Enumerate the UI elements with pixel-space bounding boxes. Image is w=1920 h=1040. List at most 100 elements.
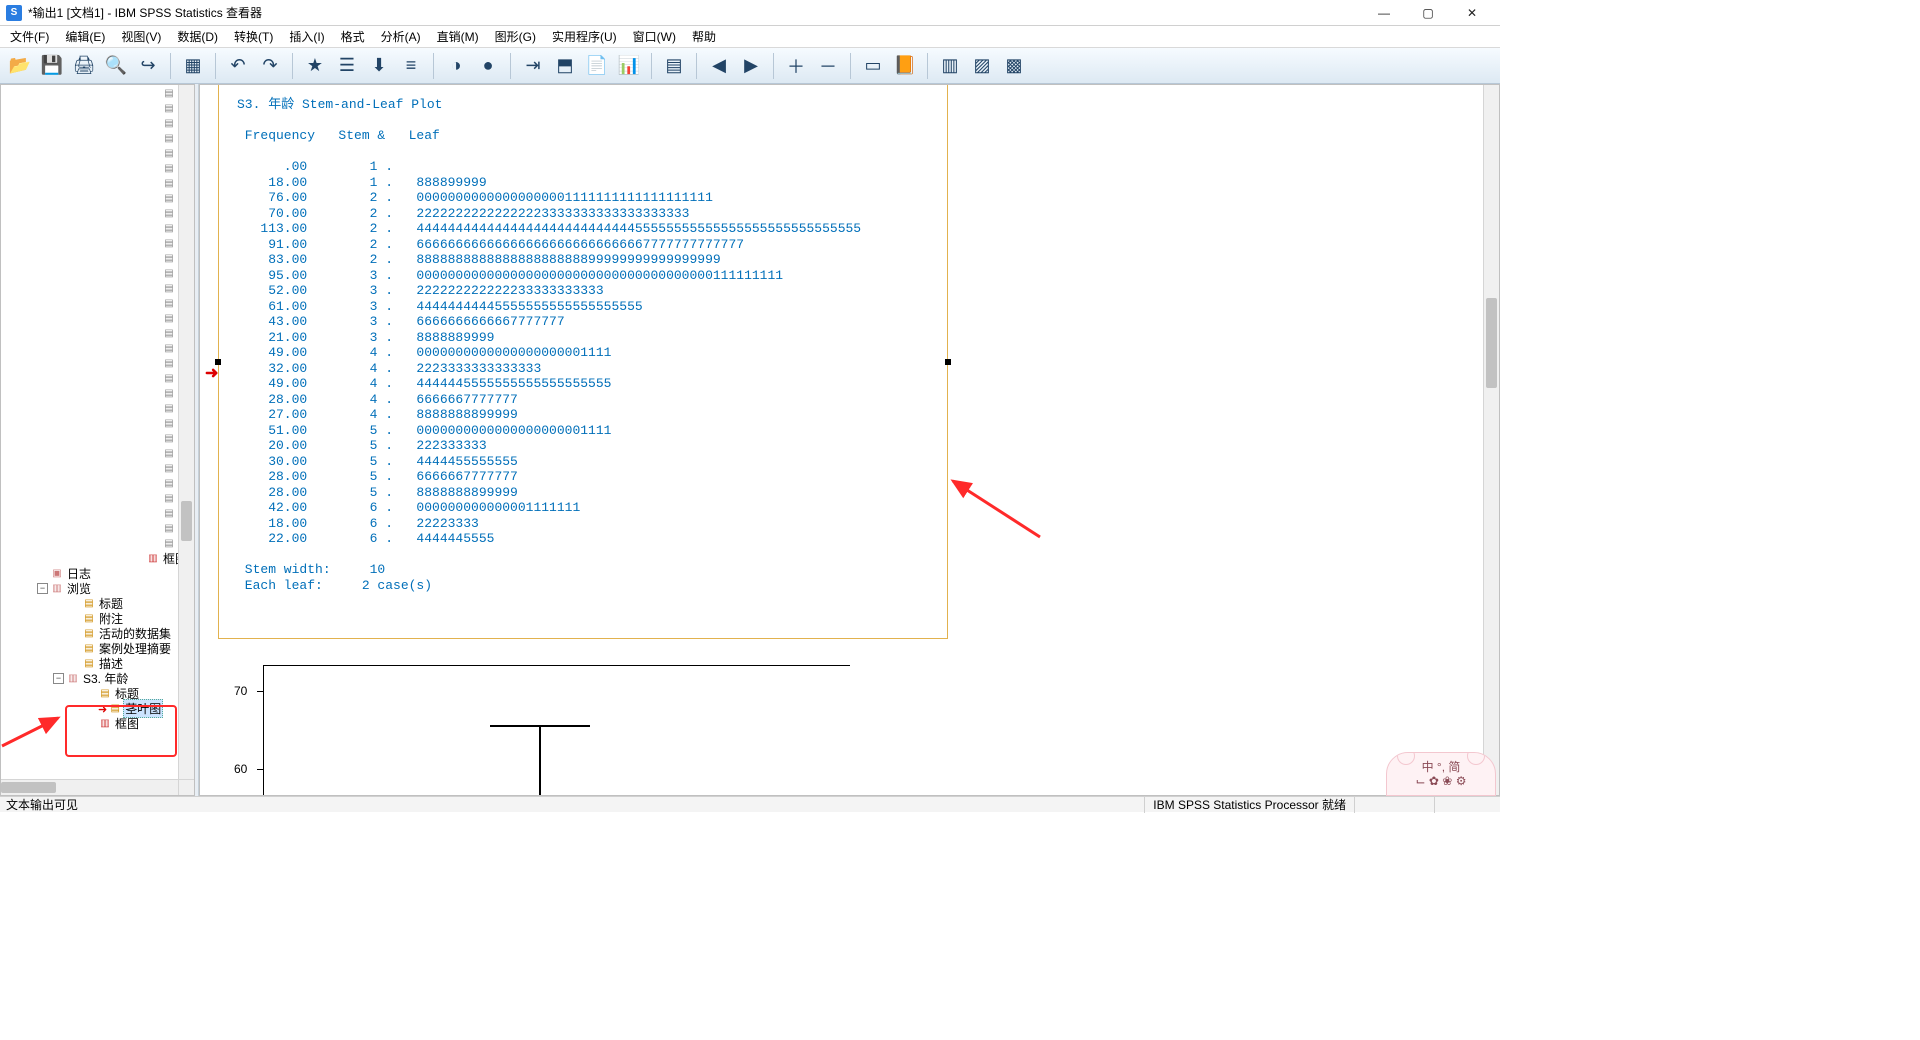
tree-row[interactable]: s xyxy=(1,311,194,326)
tb-win2-icon[interactable]: ▨ xyxy=(968,52,996,80)
menu-8[interactable]: 直销(M) xyxy=(429,26,487,47)
tree-row[interactable]: 标题 xyxy=(1,686,194,701)
tree-row[interactable]: s xyxy=(1,356,194,371)
boxplot-chart[interactable]: 70 60 xyxy=(230,665,850,795)
tb-insert-chart-icon[interactable]: 📊 xyxy=(615,52,643,80)
maximize-button[interactable]: ▢ xyxy=(1406,1,1450,25)
tree-row[interactable]: 活动的数据集 xyxy=(1,626,194,641)
outline-vscrollbar[interactable] xyxy=(178,85,194,779)
tree-row[interactable]: s xyxy=(1,506,194,521)
tb-data-icon[interactable]: ▦ xyxy=(179,52,207,80)
tree-row[interactable]: s xyxy=(1,146,194,161)
menu-3[interactable]: 数据(D) xyxy=(169,26,226,47)
tb-go-back-icon[interactable]: ◀ xyxy=(705,52,733,80)
outline-hscrollbar[interactable] xyxy=(1,779,178,795)
tree-row[interactable]: s xyxy=(1,251,194,266)
minimize-button[interactable]: ― xyxy=(1362,1,1406,25)
tree-row[interactable]: s xyxy=(1,176,194,191)
close-button[interactable]: ✕ xyxy=(1450,1,1494,25)
tree-row[interactable]: s xyxy=(1,461,194,476)
tree-row[interactable]: 日志 xyxy=(1,566,194,581)
tree-row[interactable]: 案例处理摘要 xyxy=(1,641,194,656)
tb-zoom-in-icon[interactable]: ＋ xyxy=(782,52,810,80)
tb-goto-icon[interactable]: ★ xyxy=(301,52,329,80)
tree-row[interactable]: 茎叶图 xyxy=(1,701,194,716)
tree-row[interactable]: s xyxy=(1,236,194,251)
page-icon xyxy=(162,223,176,235)
tree-row[interactable]: −S3. 年龄 xyxy=(1,671,194,686)
tb-win1-icon[interactable]: ▥ xyxy=(936,52,964,80)
tree-row[interactable]: s xyxy=(1,386,194,401)
resize-handle-left[interactable] xyxy=(215,359,221,365)
tree-row[interactable]: s xyxy=(1,221,194,236)
menu-10[interactable]: 实用程序(U) xyxy=(544,26,625,47)
menu-1[interactable]: 编辑(E) xyxy=(57,26,113,47)
tree-row[interactable]: 框图 xyxy=(1,716,194,731)
tb-designate-icon[interactable]: ▭ xyxy=(859,52,887,80)
tb-pivot-icon[interactable]: ◑ xyxy=(442,52,470,80)
menu-0[interactable]: 文件(F) xyxy=(2,26,57,47)
tb-insert-title-icon[interactable]: ⬒ xyxy=(551,52,579,80)
tree-row[interactable]: 标题 xyxy=(1,596,194,611)
menu-9[interactable]: 图形(G) xyxy=(487,26,544,47)
tree-row[interactable]: s xyxy=(1,296,194,311)
tb-tree-icon[interactable]: ▤ xyxy=(660,52,688,80)
tree-row[interactable]: s xyxy=(1,191,194,206)
tree-row[interactable]: s xyxy=(1,371,194,386)
tree-row[interactable]: s xyxy=(1,326,194,341)
menu-12[interactable]: 帮助 xyxy=(684,26,724,47)
tree-row[interactable]: s xyxy=(1,131,194,146)
tb-save-icon[interactable]: 💾 xyxy=(38,52,66,80)
tree-row[interactable]: s xyxy=(1,431,194,446)
page-icon xyxy=(162,403,176,415)
tb-vars-icon[interactable]: ☰ xyxy=(333,52,361,80)
tb-chart-icon[interactable]: ● xyxy=(474,52,502,80)
tree-row[interactable]: s xyxy=(1,161,194,176)
menu-11[interactable]: 窗口(W) xyxy=(625,26,684,47)
tb-redo-icon[interactable]: ↷ xyxy=(256,52,284,80)
menu-4[interactable]: 转换(T) xyxy=(226,26,281,47)
ime-widget[interactable]: 中 °, 简 ⌙ ✿ ❀ ⚙ xyxy=(1386,752,1496,796)
tree-row[interactable]: s xyxy=(1,281,194,296)
menu-5[interactable]: 插入(I) xyxy=(281,26,332,47)
tree-row[interactable]: s xyxy=(1,401,194,416)
tb-go-fwd-icon[interactable]: ▶ xyxy=(737,52,765,80)
tree-row[interactable]: s xyxy=(1,416,194,431)
tb-win3-icon[interactable]: ▩ xyxy=(1000,52,1028,80)
tb-cases-icon[interactable]: ≡ xyxy=(397,52,425,80)
page-icon xyxy=(162,463,176,475)
tree-row[interactable]: s xyxy=(1,86,194,101)
page-icon xyxy=(162,313,176,325)
tree-row[interactable]: 框图 xyxy=(1,551,194,566)
tree-row[interactable]: s xyxy=(1,206,194,221)
tb-insert-text-icon[interactable]: 📄 xyxy=(583,52,611,80)
tb-undo-icon[interactable]: ↶ xyxy=(224,52,252,80)
tree-row[interactable]: s xyxy=(1,521,194,536)
tb-zoom-out-icon[interactable]: － xyxy=(814,52,842,80)
tree-row[interactable]: s xyxy=(1,116,194,131)
resize-handle-right[interactable] xyxy=(945,359,951,365)
output-vscrollbar[interactable] xyxy=(1483,85,1499,795)
tree-row[interactable]: 描述 xyxy=(1,656,194,671)
outline-body[interactable]: sssssssssssssssssssssssssssssss框图日志−浏览标题… xyxy=(1,85,194,795)
tb-open-icon[interactable]: 📂 xyxy=(6,52,34,80)
menu-6[interactable]: 格式 xyxy=(333,26,373,47)
tree-row[interactable]: s xyxy=(1,536,194,551)
tree-row[interactable]: −浏览 xyxy=(1,581,194,596)
tree-row[interactable]: s xyxy=(1,476,194,491)
menu-2[interactable]: 视图(V) xyxy=(113,26,169,47)
tb-insert-head-icon[interactable]: ⇥ xyxy=(519,52,547,80)
tb-print-icon[interactable]: 🖨 xyxy=(70,52,98,80)
tree-row[interactable]: s xyxy=(1,491,194,506)
tree-row[interactable]: s xyxy=(1,266,194,281)
tb-select-icon[interactable]: ⬇ xyxy=(365,52,393,80)
tree-row[interactable]: s xyxy=(1,341,194,356)
menu-7[interactable]: 分析(A) xyxy=(373,26,429,47)
tree-row[interactable]: 附注 xyxy=(1,611,194,626)
tree-row[interactable]: s xyxy=(1,101,194,116)
stemleaf-output-box[interactable]: S3. 年龄 Stem-and-Leaf Plot Frequency Stem… xyxy=(218,85,948,639)
tree-row[interactable]: s xyxy=(1,446,194,461)
tb-bookmark-icon[interactable]: 📙 xyxy=(891,52,919,80)
tb-preview-icon[interactable]: 🔍 xyxy=(102,52,130,80)
tb-export-icon[interactable]: ↪ xyxy=(134,52,162,80)
